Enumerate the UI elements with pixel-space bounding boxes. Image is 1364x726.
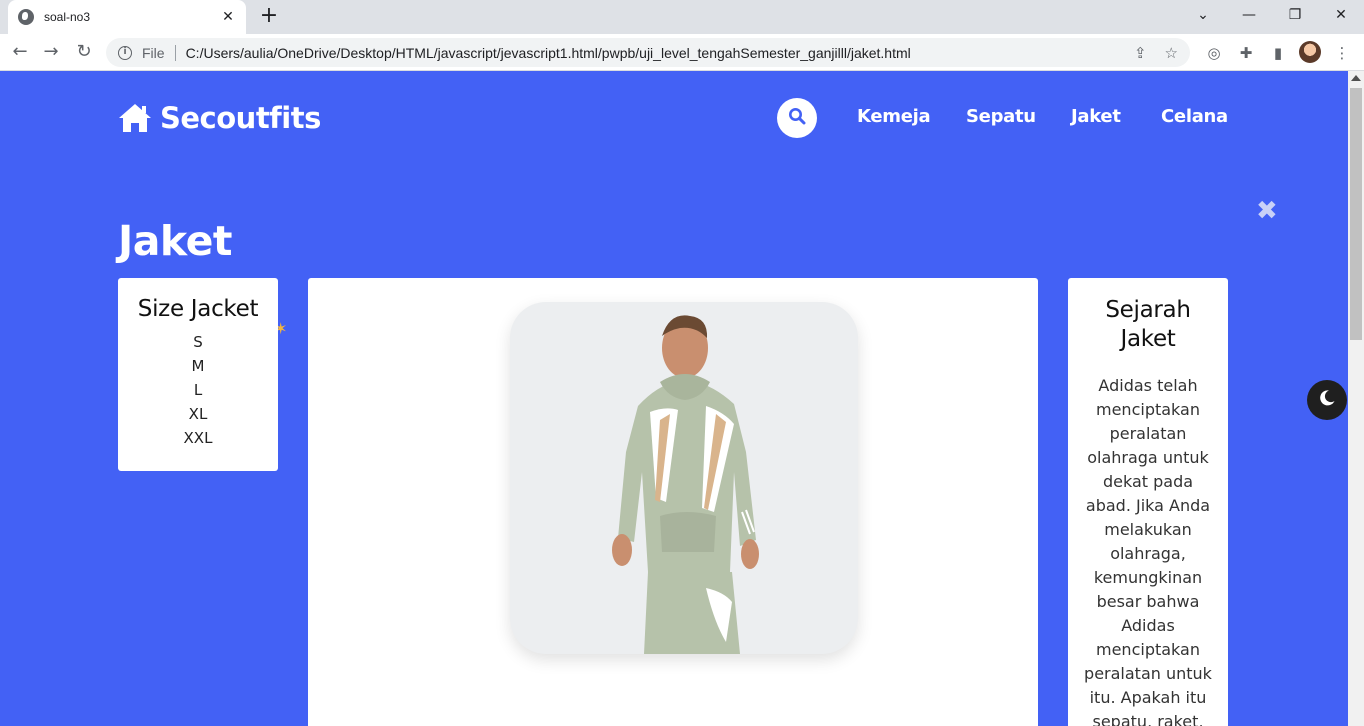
nav-link-jaket[interactable]: Jaket: [1071, 106, 1121, 127]
size-list: S M L XL XXL: [118, 330, 278, 450]
page-title: Jaket: [118, 217, 233, 265]
address-bar[interactable]: i File C:/Users/aulia/OneDrive/Desktop/H…: [106, 38, 1190, 67]
extension-circle-icon[interactable]: ◎: [1203, 42, 1225, 64]
bookmark-star-icon[interactable]: ☆: [1165, 44, 1178, 62]
page-scrollbar[interactable]: [1348, 71, 1364, 726]
nav-link-sepatu[interactable]: Sepatu: [966, 106, 1036, 127]
site-info-icon[interactable]: i: [118, 45, 132, 60]
search-icon: [788, 107, 806, 129]
tab-close-icon[interactable]: ✕: [220, 9, 236, 25]
browser-tab-strip: soal-no3 ✕ + ⌄ — ❐ ✕: [0, 0, 1364, 34]
reload-icon[interactable]: ↻: [70, 38, 98, 66]
search-button[interactable]: [777, 98, 817, 138]
history-card-text: Adidas telah menciptakan peralatan olahr…: [1084, 376, 1212, 726]
nav-link-kemeja[interactable]: Kemeja: [857, 106, 931, 127]
brand-name: Secoutfits: [160, 101, 321, 135]
scroll-up-arrow-icon[interactable]: [1351, 75, 1361, 81]
back-icon[interactable]: ←: [6, 38, 34, 66]
size-item: XL: [188, 405, 208, 423]
side-panel-icon[interactable]: ▮: [1267, 42, 1289, 64]
jacket-product-image: [510, 302, 858, 654]
tab-search-icon[interactable]: ⌄: [1180, 0, 1226, 34]
globe-icon: [18, 9, 34, 25]
dark-mode-toggle[interactable]: [1307, 380, 1347, 420]
minimize-button[interactable]: —: [1226, 0, 1272, 34]
size-item: L: [193, 381, 203, 399]
scroll-thumb[interactable]: [1350, 88, 1362, 340]
close-window-button[interactable]: ✕: [1318, 0, 1364, 34]
size-item: XXL: [183, 429, 213, 447]
size-card: Size Jacket S M L XL XXL: [118, 278, 278, 471]
menu-kebab-icon[interactable]: ⋮: [1331, 42, 1353, 64]
extensions-puzzle-icon[interactable]: ✚: [1235, 42, 1257, 64]
restore-button[interactable]: ❐: [1272, 0, 1318, 34]
new-tab-button[interactable]: +: [256, 4, 282, 30]
profile-avatar[interactable]: [1299, 41, 1321, 63]
size-card-title: Size Jacket: [137, 296, 259, 322]
site-brand[interactable]: Secoutfits: [118, 101, 321, 135]
moon-icon: [1318, 389, 1336, 411]
address-divider: [174, 44, 176, 61]
page-viewport: Secoutfits Kemeja Sepatu Jaket Celana ✖ …: [0, 71, 1348, 726]
product-card: [308, 278, 1038, 726]
browser-toolbar: ← → ↻ i File C:/Users/aulia/OneDrive/Des…: [0, 34, 1364, 71]
share-icon[interactable]: ⇪: [1134, 44, 1147, 62]
forward-icon[interactable]: →: [37, 38, 65, 66]
nav-link-celana[interactable]: Celana: [1161, 106, 1228, 127]
address-scheme-label: File: [142, 44, 165, 61]
url-text[interactable]: C:/Users/aulia/OneDrive/Desktop/HTML/jav…: [186, 45, 1116, 61]
size-item: M: [191, 357, 205, 375]
history-card: Sejarah Jaket Adidas telah menciptakan p…: [1068, 278, 1228, 726]
browser-tab[interactable]: soal-no3 ✕: [8, 0, 246, 34]
size-item: S: [193, 333, 203, 351]
close-icon[interactable]: ✖: [1256, 196, 1278, 226]
tab-title: soal-no3: [44, 10, 91, 24]
home-icon: [118, 103, 152, 133]
history-card-title: Sejarah Jaket: [1105, 297, 1191, 352]
